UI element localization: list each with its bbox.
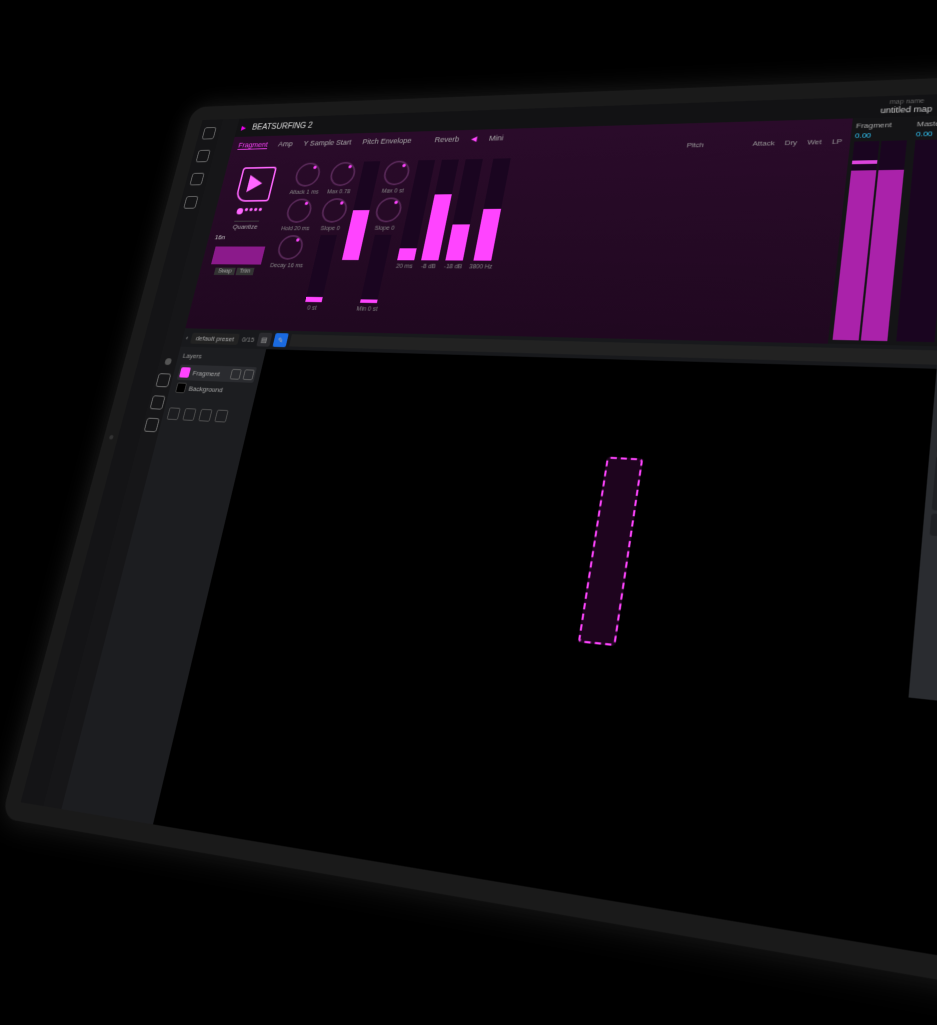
knob-decay[interactable] xyxy=(276,235,306,260)
tab-mini[interactable]: Mini xyxy=(488,134,504,143)
layer-swatch-icon xyxy=(179,367,191,378)
step-dots xyxy=(236,208,262,215)
tab-ysample[interactable]: Y Sample Start xyxy=(302,138,352,148)
preset-name[interactable]: default preset xyxy=(190,332,240,344)
layer-swatch-icon xyxy=(175,383,187,394)
swap-trim: Swap Trim xyxy=(214,268,254,276)
copy-icon[interactable]: ▤ xyxy=(256,333,272,347)
camera-dot xyxy=(109,435,114,440)
knob-hold[interactable] xyxy=(285,198,315,222)
upper-panel: Fragment Amp Y Sample Start Pitch Envelo… xyxy=(185,108,937,352)
tool-shape-icon[interactable] xyxy=(167,407,181,420)
label-lp: LP xyxy=(831,137,842,145)
layers-title: Layers xyxy=(182,352,260,362)
knob-slope1[interactable] xyxy=(319,198,349,223)
tool-cut-icon[interactable] xyxy=(182,408,196,421)
instrument-trig-at-off[interactable]: TRIG AT OFF xyxy=(930,513,937,552)
quantize-label: Quantize xyxy=(232,221,259,231)
app-title: BEATSURFING 2 xyxy=(251,121,313,131)
bar-min[interactable] xyxy=(360,235,392,303)
knob-attack[interactable] xyxy=(293,162,322,186)
master-value: 0.00 xyxy=(916,129,937,138)
nav-icon-3[interactable] xyxy=(189,173,204,186)
tab-amp[interactable]: Amp xyxy=(277,140,293,149)
layer-tools xyxy=(167,407,247,423)
knob-slope2[interactable] xyxy=(373,197,403,222)
tab-fragment[interactable]: Fragment xyxy=(237,141,268,150)
master-label: Master xyxy=(917,119,937,128)
tool-color-icon[interactable] xyxy=(214,410,228,423)
quantize-value[interactable]: 16n xyxy=(214,234,226,241)
nav-icon-2[interactable] xyxy=(196,150,211,163)
map-canvas[interactable] xyxy=(153,349,937,994)
waveform-preview[interactable] xyxy=(211,247,265,265)
tool-icon-2[interactable] xyxy=(150,395,166,409)
instrument-editor: Fragment Amp Y Sample Start Pitch Envelo… xyxy=(185,118,852,343)
lower-panel: Layers Fragment Background xyxy=(61,347,937,995)
label-wet: Wet xyxy=(807,138,822,146)
tool-icon-3[interactable] xyxy=(144,418,160,433)
tool-dot[interactable] xyxy=(164,358,172,365)
bar-0st[interactable] xyxy=(305,235,337,302)
save-icon[interactable]: ✎ xyxy=(272,333,288,347)
label-dry: Dry xyxy=(784,139,798,147)
trim-button[interactable]: Trim xyxy=(235,268,254,276)
home-icon[interactable] xyxy=(202,127,217,139)
fragment-shape[interactable] xyxy=(577,456,642,645)
knob-max[interactable] xyxy=(328,162,358,187)
frag-label: Fragment xyxy=(856,120,909,130)
knob-grid: Quantize 16n Swap Trim Attack 1 msHold 2… xyxy=(193,151,841,338)
preset-count: 0/15 xyxy=(241,335,255,343)
tool-icon-1[interactable] xyxy=(155,373,171,387)
layer-dup-icon[interactable] xyxy=(230,369,242,380)
app-logo-icon: ▶ xyxy=(241,124,247,131)
label-pitch: Pitch xyxy=(686,141,704,149)
app-screen: ▶ BEATSURFING 2 map nameuntitled map loo… xyxy=(21,85,937,995)
label-attack: Attack xyxy=(752,139,775,147)
tablet-device: ▶ BEATSURFING 2 map nameuntitled map loo… xyxy=(1,67,937,1025)
frag-value: 0.00 xyxy=(855,130,908,139)
prev-icon[interactable]: ‹ xyxy=(185,334,189,342)
knob-pmax[interactable] xyxy=(381,161,411,186)
tab-arrow-icon[interactable]: ◀ xyxy=(470,135,478,144)
tab-pitchenv[interactable]: Pitch Envelope xyxy=(361,136,412,146)
layer-background[interactable]: Background xyxy=(173,380,253,399)
tool-grid-icon[interactable] xyxy=(198,409,212,422)
swap-button[interactable]: Swap xyxy=(214,268,236,276)
tab-reverb[interactable]: Reverb xyxy=(434,135,460,145)
layer-trash-icon[interactable] xyxy=(243,369,255,380)
map-name[interactable]: map nameuntitled map xyxy=(880,98,933,115)
nav-icon-4[interactable] xyxy=(183,196,198,209)
play-button[interactable] xyxy=(235,167,277,202)
